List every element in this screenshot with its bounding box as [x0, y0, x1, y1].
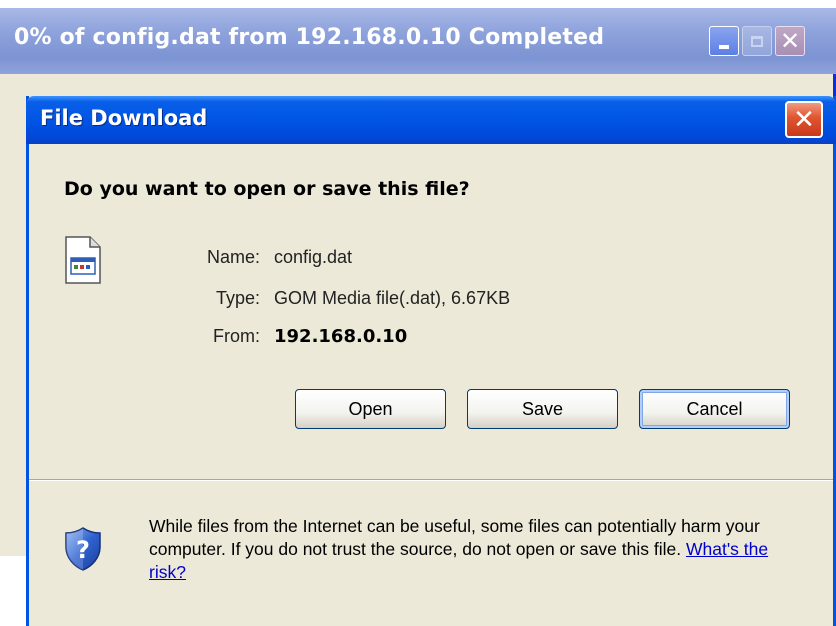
minimize-button[interactable]	[709, 26, 739, 56]
minimize-icon	[719, 45, 729, 49]
security-warning: While files from the Internet can be use…	[149, 515, 809, 584]
shield-question-icon: ?	[65, 527, 101, 571]
save-button[interactable]: Save	[467, 389, 618, 429]
progress-window-title: 0% of config.dat from 192.168.0.10 Compl…	[14, 25, 605, 50]
from-label: From:	[213, 326, 260, 346]
divider	[29, 479, 833, 481]
dialog-title: File Download	[40, 106, 208, 130]
type-value: GOM Media file(.dat), 6.67KB	[274, 288, 511, 308]
open-button[interactable]: Open	[295, 389, 446, 429]
name-value: config.dat	[274, 247, 353, 267]
close-icon: ✕	[793, 104, 815, 135]
close-icon: ✕	[779, 27, 801, 55]
dialog-question: Do you want to open or save this file?	[64, 178, 470, 200]
cancel-button[interactable]: Cancel	[639, 389, 790, 429]
type-label: Type:	[215, 288, 260, 308]
svg-text:?: ?	[76, 536, 90, 564]
warning-text: While files from the Internet can be use…	[149, 516, 760, 559]
maximize-button[interactable]	[742, 26, 772, 56]
from-value: 192.168.0.10	[274, 326, 408, 347]
maximize-icon	[751, 35, 763, 47]
document-icon	[65, 236, 101, 284]
dialog-close-button[interactable]: ✕	[785, 101, 823, 138]
name-label: Name:	[206, 247, 260, 267]
screen: 0% of config.dat from 192.168.0.10 Compl…	[0, 0, 836, 626]
progress-close-button[interactable]: ✕	[775, 26, 805, 56]
